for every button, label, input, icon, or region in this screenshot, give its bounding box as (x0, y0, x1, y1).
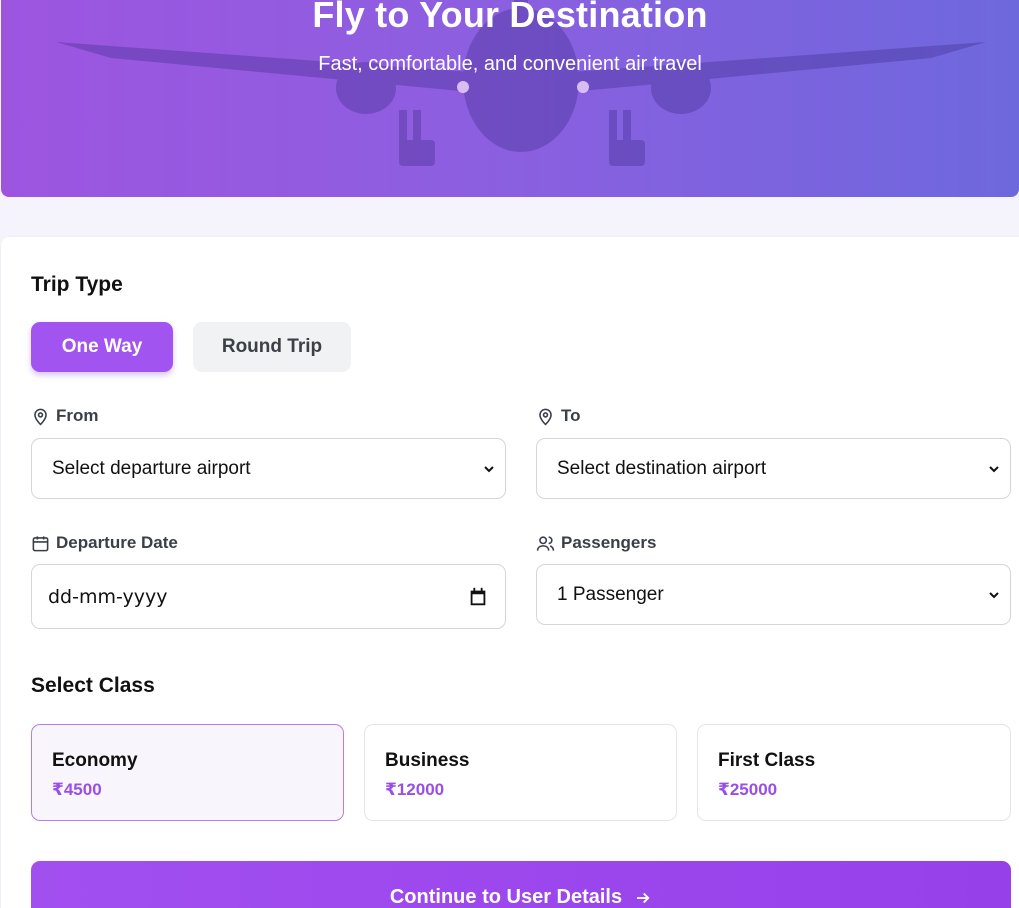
calendar-icon (32, 535, 49, 551)
map-pin-icon (539, 408, 552, 425)
from-select-value: Select departure airport (52, 457, 251, 479)
to-label: To (536, 406, 581, 426)
from-select[interactable]: Select departure airport (31, 438, 506, 499)
class-price: ₹25000 (718, 780, 778, 799)
to-select[interactable]: Select destination airport (536, 438, 1011, 499)
continue-button[interactable]: Continue to User Details (31, 861, 1011, 908)
select-class-title: Select Class (31, 674, 155, 697)
class-option-economy[interactable]: Economy ₹4500 (31, 724, 344, 821)
calendar-picker-icon[interactable] (467, 586, 489, 608)
class-name: Economy (52, 750, 138, 771)
hero-title: Fly to Your Destination (312, 0, 708, 35)
trip-type-title: Trip Type (31, 273, 123, 296)
departure-date-placeholder: dd-mm-yyyy (48, 585, 168, 608)
passengers-label-text: Passengers (561, 533, 657, 552)
hero-banner: Fly to Your Destination Fast, comfortabl… (1, 0, 1019, 197)
class-price: ₹4500 (52, 780, 102, 799)
hero-subtitle: Fast, comfortable, and convenient air tr… (318, 53, 702, 75)
one-way-button[interactable]: One Way (31, 322, 173, 372)
map-pin-icon (34, 408, 47, 425)
users-icon (536, 535, 555, 551)
chevron-down-icon (989, 591, 999, 598)
class-option-business[interactable]: Business ₹12000 (364, 724, 677, 821)
passengers-select[interactable]: 1 Passenger (536, 564, 1011, 625)
departure-date-label: Departure Date (31, 533, 178, 553)
passengers-label: Passengers (536, 533, 656, 553)
departure-date-label-text: Departure Date (56, 533, 178, 552)
from-label-text: From (56, 406, 99, 425)
to-label-text: To (561, 406, 581, 425)
class-name: Business (385, 750, 470, 771)
departure-date-input[interactable]: dd-mm-yyyy (31, 564, 506, 629)
chevron-down-icon (989, 465, 999, 472)
continue-button-label: Continue to User Details (389, 886, 623, 908)
class-price: ₹12000 (385, 780, 445, 799)
class-option-first-class[interactable]: First Class ₹25000 (697, 724, 1011, 821)
arrow-right-icon (637, 892, 650, 904)
from-label: From (31, 406, 99, 426)
round-trip-button[interactable]: Round Trip (193, 322, 351, 372)
class-name: First Class (718, 750, 816, 771)
passengers-select-value: 1 Passenger (557, 583, 664, 605)
chevron-down-icon (484, 465, 494, 472)
to-select-value: Select destination airport (557, 457, 767, 479)
